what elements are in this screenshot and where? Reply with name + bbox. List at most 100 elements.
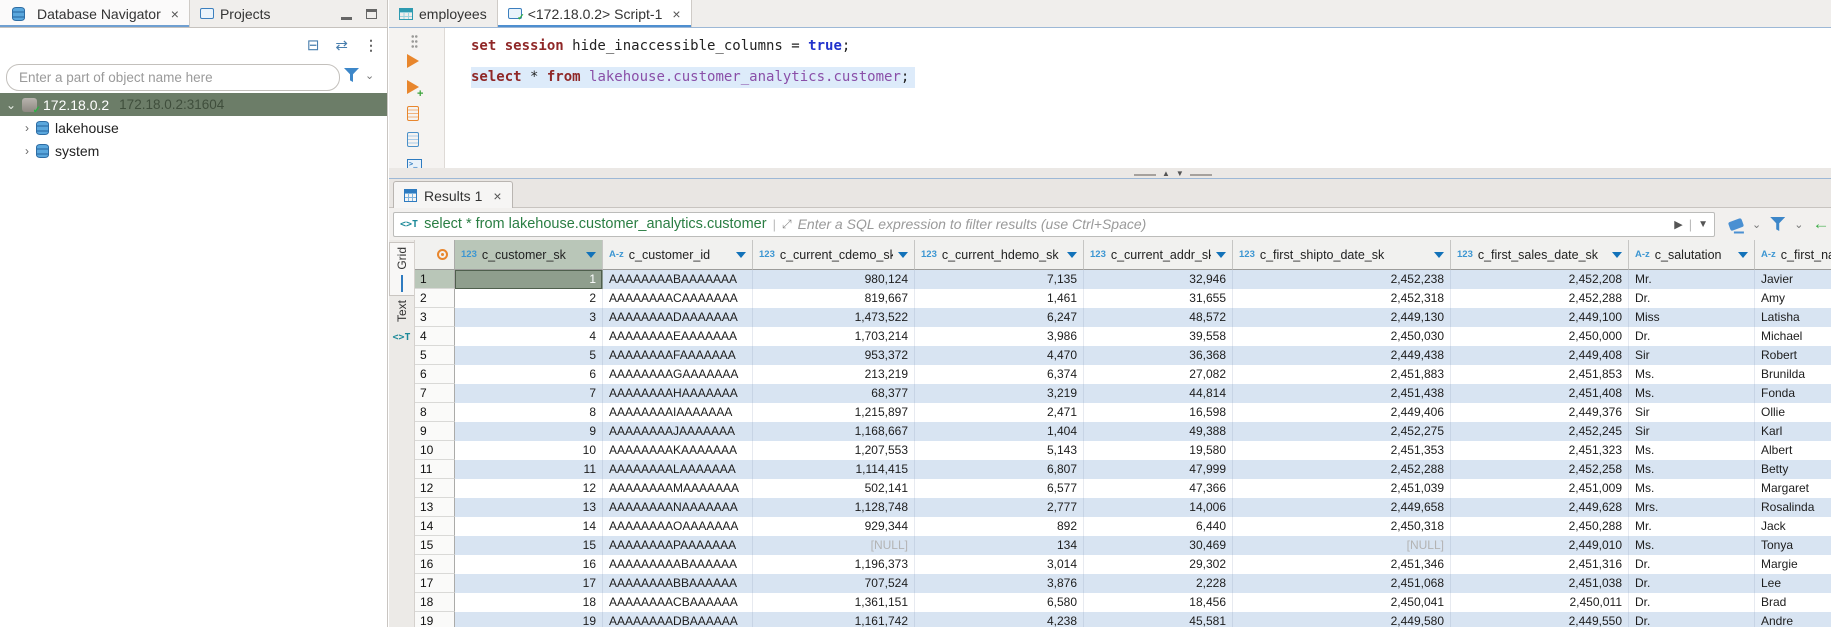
tree-item-database[interactable]: ›lakehouse: [0, 116, 387, 139]
row-number-cell[interactable]: 8: [415, 403, 455, 422]
sql-statement-2[interactable]: select * from lakehouse.customer_analyti…: [471, 67, 915, 88]
grid-cell[interactable]: 6,577: [915, 479, 1084, 498]
grid-cell[interactable]: 14,006: [1084, 498, 1233, 517]
grid-cell[interactable]: Dr.: [1629, 327, 1755, 346]
grid-cell[interactable]: 2,449,408: [1451, 346, 1629, 365]
close-icon[interactable]: ×: [493, 188, 501, 204]
grid-cell[interactable]: 47,366: [1084, 479, 1233, 498]
grid-header-cell-c_current_cdemo_sk[interactable]: 123c_current_cdemo_sk: [753, 240, 915, 270]
clear-filter-icon[interactable]: [1728, 217, 1744, 230]
editor-results-splitter[interactable]: ▲ ▼: [389, 168, 1831, 178]
grid-cell[interactable]: 2,451,039: [1233, 479, 1451, 498]
sort-dropdown-icon[interactable]: [1434, 252, 1444, 258]
sql-statement-1[interactable]: set session hide_inaccessible_columns = …: [471, 36, 850, 57]
grid-cell[interactable]: 2,452,245: [1451, 422, 1629, 441]
splitter-handle[interactable]: [1134, 174, 1156, 176]
grid-cell[interactable]: 3,876: [915, 574, 1084, 593]
grid-cell[interactable]: 2,449,010: [1451, 536, 1629, 555]
object-filter-field[interactable]: [6, 64, 340, 91]
grid-cell[interactable]: AAAAAAAABBAAAAAA: [603, 574, 753, 593]
grid-cell[interactable]: Jack: [1755, 517, 1831, 536]
previous-page-icon[interactable]: ←: [1812, 214, 1829, 234]
sort-dropdown-icon[interactable]: [586, 252, 596, 258]
grid-cell[interactable]: Margaret: [1755, 479, 1831, 498]
grid-cell[interactable]: 2,452,238: [1233, 270, 1451, 289]
grid-cell[interactable]: AAAAAAAAKAAAAAAA: [603, 441, 753, 460]
grid-cell[interactable]: 1,473,522: [753, 308, 915, 327]
filter-history-icon[interactable]: ▼: [1698, 219, 1708, 230]
grid-cell[interactable]: 2,452,288: [1451, 289, 1629, 308]
grid-cell[interactable]: 4,470: [915, 346, 1084, 365]
grid-cell[interactable]: 27,082: [1084, 365, 1233, 384]
grid-cell[interactable]: Brad: [1755, 593, 1831, 612]
minimize-view-icon[interactable]: [341, 17, 352, 20]
grid-cell[interactable]: 2,449,628: [1451, 498, 1629, 517]
grid-cell[interactable]: 2,451,883: [1233, 365, 1451, 384]
collapse-all-icon[interactable]: ⊟: [307, 36, 320, 54]
grid-cell[interactable]: 19: [455, 612, 603, 627]
row-number-cell[interactable]: 2: [415, 289, 455, 308]
collapse-up-icon[interactable]: ▲: [1162, 169, 1170, 178]
grid-cell[interactable]: 2,471: [915, 403, 1084, 422]
grid-cell[interactable]: Ms.: [1629, 460, 1755, 479]
grid-cell[interactable]: Margie: [1755, 555, 1831, 574]
grid-cell[interactable]: 1,128,748: [753, 498, 915, 517]
grid-cell[interactable]: 1,361,151: [753, 593, 915, 612]
grid-header-cell-c_customer_sk[interactable]: 123c_customer_sk: [455, 240, 603, 270]
grid-cell[interactable]: 3: [455, 308, 603, 327]
sort-dropdown-icon[interactable]: [1612, 252, 1622, 258]
grid-cell[interactable]: 68,377: [753, 384, 915, 403]
grid-cell[interactable]: 2,452,208: [1451, 270, 1629, 289]
chevron-down-icon[interactable]: ⌄: [365, 69, 374, 82]
grid-cell[interactable]: 7,135: [915, 270, 1084, 289]
grid-cell[interactable]: AAAAAAAALAAAAAAA: [603, 460, 753, 479]
grid-cell[interactable]: 19,580: [1084, 441, 1233, 460]
row-number-cell[interactable]: 13: [415, 498, 455, 517]
grid-cell[interactable]: 2,449,658: [1233, 498, 1451, 517]
sort-dropdown-icon[interactable]: [898, 252, 908, 258]
grid-corner-cell[interactable]: [415, 240, 455, 270]
grid-cell[interactable]: AAAAAAAAJAAAAAAA: [603, 422, 753, 441]
grid-cell[interactable]: 2,451,853: [1451, 365, 1629, 384]
collapse-down-icon[interactable]: ▼: [1176, 169, 1184, 178]
grid-cell[interactable]: 1,461: [915, 289, 1084, 308]
grid-cell[interactable]: 29,302: [1084, 555, 1233, 574]
grid-cell[interactable]: AAAAAAAABAAAAAAA: [603, 270, 753, 289]
grid-cell[interactable]: 1,168,667: [753, 422, 915, 441]
object-filter-input[interactable]: [19, 70, 327, 85]
grid-cell[interactable]: Albert: [1755, 441, 1831, 460]
grid-cell[interactable]: Rosalinda: [1755, 498, 1831, 517]
grid-cell[interactable]: Ms.: [1629, 441, 1755, 460]
grid-cell[interactable]: Michael: [1755, 327, 1831, 346]
grid-cell[interactable]: 11: [455, 460, 603, 479]
grid-cell[interactable]: 2: [455, 289, 603, 308]
grid-cell[interactable]: 45,581: [1084, 612, 1233, 627]
row-number-cell[interactable]: 7: [415, 384, 455, 403]
row-number-cell[interactable]: 16: [415, 555, 455, 574]
grid-cell[interactable]: 9: [455, 422, 603, 441]
grid-cell[interactable]: Ms.: [1629, 384, 1755, 403]
grid-cell[interactable]: 10: [455, 441, 603, 460]
grid-cell[interactable]: 2,452,288: [1233, 460, 1451, 479]
grid-cell[interactable]: 2,449,130: [1233, 308, 1451, 327]
maximize-view-icon[interactable]: [366, 9, 377, 19]
grid-cell[interactable]: 2,449,580: [1233, 612, 1451, 627]
presentation-tab-grid[interactable]: Grid: [389, 242, 414, 296]
grid-cell[interactable]: AAAAAAAAOAAAAAAA: [603, 517, 753, 536]
grid-cell[interactable]: 2,449,406: [1233, 403, 1451, 422]
grid-cell[interactable]: 502,141: [753, 479, 915, 498]
grid-cell[interactable]: Tonya: [1755, 536, 1831, 555]
grid-cell[interactable]: 49,388: [1084, 422, 1233, 441]
row-number-cell[interactable]: 3: [415, 308, 455, 327]
grid-cell[interactable]: AAAAAAAAEAAAAAAA: [603, 327, 753, 346]
grid-cell[interactable]: 1,161,742: [753, 612, 915, 627]
grid-cell[interactable]: Ms.: [1629, 479, 1755, 498]
grid-cell[interactable]: Mrs.: [1629, 498, 1755, 517]
grid-cell[interactable]: 2,452,275: [1233, 422, 1451, 441]
splitter-handle[interactable]: [1190, 174, 1212, 176]
grid-cell[interactable]: 2,451,438: [1233, 384, 1451, 403]
grid-cell[interactable]: AAAAAAAADAAAAAAA: [603, 308, 753, 327]
grid-cell[interactable]: 2,450,030: [1233, 327, 1451, 346]
grid-cell[interactable]: 2,450,011: [1451, 593, 1629, 612]
grid-cell[interactable]: AAAAAAAACBAAAAAA: [603, 593, 753, 612]
